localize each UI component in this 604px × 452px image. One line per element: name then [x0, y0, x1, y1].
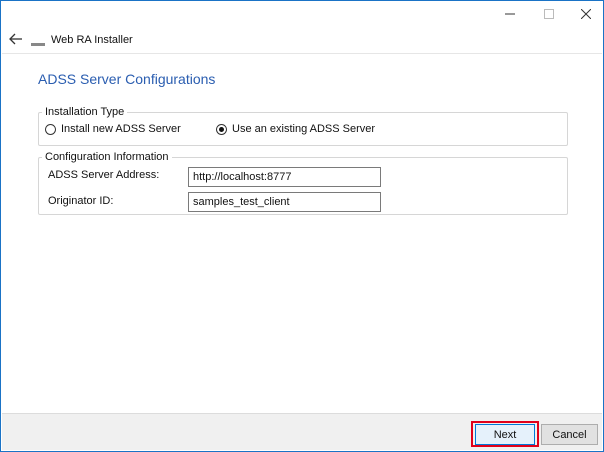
close-button[interactable] — [576, 5, 596, 23]
maximize-icon — [544, 9, 554, 19]
back-arrow-icon — [9, 33, 22, 45]
cancel-button[interactable]: Cancel — [541, 424, 598, 445]
installation-type-legend: Installation Type — [45, 106, 125, 118]
install-new-label: Install new ADSS Server — [61, 123, 181, 135]
app-logo-icon — [31, 38, 45, 46]
server-address-input[interactable] — [188, 167, 381, 187]
minimize-button[interactable] — [500, 5, 520, 23]
installer-window: Web RA Installer ADSS Server Configurati… — [0, 0, 604, 452]
minimize-icon — [505, 13, 515, 15]
maximize-button[interactable] — [539, 5, 559, 23]
configuration-legend: Configuration Information — [45, 151, 169, 163]
page-title: ADSS Server Configurations — [38, 71, 216, 87]
next-button[interactable]: Next — [475, 424, 535, 445]
install-new-radio[interactable]: Install new ADSS Server — [45, 123, 181, 135]
back-button[interactable] — [9, 33, 23, 45]
radio-checked-icon — [216, 123, 227, 135]
window-title: Web RA Installer — [51, 34, 133, 46]
use-existing-label: Use an existing ADSS Server — [232, 123, 376, 135]
use-existing-radio[interactable]: Use an existing ADSS Server — [216, 123, 375, 135]
radio-unchecked-icon — [45, 123, 56, 135]
header-divider — [2, 53, 602, 54]
originator-id-input[interactable] — [188, 192, 381, 212]
close-icon — [581, 9, 591, 19]
originator-id-label: Originator ID: — [48, 195, 114, 207]
server-address-label: ADSS Server Address: — [48, 169, 160, 181]
